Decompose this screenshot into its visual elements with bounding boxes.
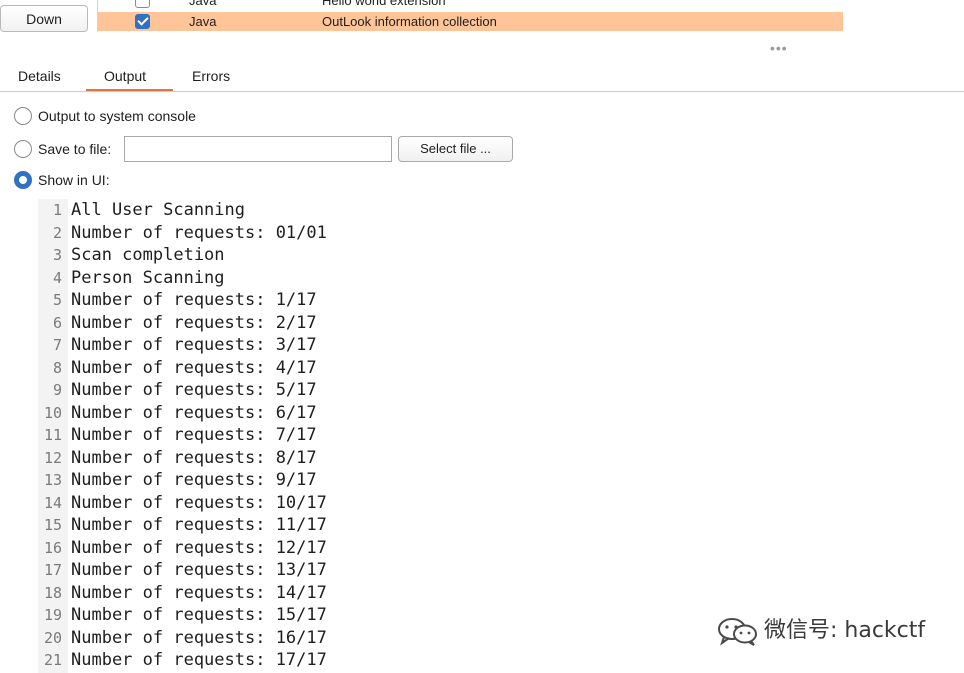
tab-output[interactable]: Output: [104, 68, 146, 84]
watermark: 微信号: hackctf: [716, 614, 925, 648]
line-text: Number of requests: 14/17: [71, 582, 327, 603]
line-number: 10: [43, 403, 62, 422]
line-number: 12: [43, 448, 62, 467]
radio-label: Output to system console: [38, 108, 196, 124]
console-line: 7 Number of requests: 3/17: [38, 334, 964, 357]
line-number: 13: [43, 471, 62, 489]
line-text: Number of requests: 9/17: [71, 470, 317, 490]
line-number: 21: [43, 651, 62, 669]
loaded-checkbox[interactable]: [135, 0, 150, 8]
line-number: 9: [52, 381, 62, 399]
console-line: 16 Number of requests: 12/17: [38, 537, 964, 560]
line-number: 2: [52, 223, 62, 242]
console-line: 2 Number of requests: 01/01: [38, 222, 964, 245]
console-line: 12 Number of requests: 8/17: [38, 447, 964, 470]
console-line: 5 Number of requests: 1/17: [38, 289, 964, 312]
console-line: 10 Number of requests: 6/17: [38, 402, 964, 425]
line-text: All User Scanning: [71, 200, 245, 220]
line-number: 16: [43, 538, 62, 557]
line-text: Number of requests: 16/17: [71, 627, 327, 648]
line-text: Person Scanning: [71, 267, 225, 288]
line-text: Number of requests: 4/17: [71, 357, 317, 378]
extensions-panel: Down Java Hello world extension Java Out…: [0, 0, 964, 44]
down-button[interactable]: Down: [0, 5, 88, 32]
radio-label: Save to file:: [38, 141, 112, 157]
console-line: 21 Number of requests: 17/17: [38, 649, 964, 672]
line-text: Number of requests: 17/17: [71, 650, 327, 670]
line-text: Number of requests: 6/17: [71, 402, 317, 423]
output-console[interactable]: 1 All User Scanning 2 Number of requests: 0…: [38, 199, 964, 673]
line-text: Number of requests: 01/01: [71, 222, 327, 243]
active-tab-indicator: [86, 89, 173, 91]
radio-button[interactable]: [14, 107, 32, 125]
radio-button[interactable]: [14, 140, 32, 158]
line-number: 18: [43, 583, 62, 602]
line-number: 7: [52, 336, 62, 354]
splitter-handle[interactable]: •••: [770, 41, 788, 55]
line-text: Number of requests: 11/17: [71, 515, 327, 535]
line-number: 14: [43, 493, 62, 512]
line-number: 8: [52, 358, 62, 377]
console-line: 4 Person Scanning: [38, 267, 964, 290]
console-line: 3 Scan completion: [38, 244, 964, 267]
extender-window: Down Java Hello world extension Java Out…: [0, 0, 964, 673]
console-line: 18 Number of requests: 14/17: [38, 582, 964, 605]
line-text: Number of requests: 3/17: [71, 335, 317, 355]
line-number: 15: [43, 516, 62, 534]
line-text: Number of requests: 15/17: [71, 605, 327, 625]
console-line: 1 All User Scanning: [38, 199, 964, 222]
extension-row-selected[interactable]: Java OutLook information collection: [98, 12, 843, 31]
tab-errors[interactable]: Errors: [192, 68, 230, 84]
console-line: 15 Number of requests: 11/17: [38, 514, 964, 537]
extensions-table: Java Hello world extension Java OutLook …: [97, 0, 843, 32]
extension-name: OutLook information collection: [322, 14, 497, 29]
extension-type: Java: [189, 0, 217, 8]
console-line: 11 Number of requests: 7/17: [38, 424, 964, 447]
console-line: 17 Number of requests: 13/17: [38, 559, 964, 582]
line-text: Scan completion: [71, 245, 225, 265]
console-line: 14 Number of requests: 10/17: [38, 492, 964, 515]
line-number: 5: [52, 291, 62, 309]
radio-button-selected[interactable]: [14, 171, 32, 189]
console-line: 6 Number of requests: 2/17: [38, 312, 964, 335]
line-number: 19: [43, 606, 62, 624]
extension-name: Hello world extension: [322, 0, 446, 8]
console-line: 13 Number of requests: 9/17: [38, 469, 964, 492]
line-text: Number of requests: 8/17: [71, 447, 317, 468]
line-number: 1: [52, 201, 62, 219]
checkmark-icon: [137, 14, 149, 26]
line-number: 11: [43, 426, 62, 444]
line-number: 4: [52, 268, 62, 287]
console-line: 9 Number of requests: 5/17: [38, 379, 964, 402]
file-path-input[interactable]: [124, 136, 392, 162]
line-text: Number of requests: 2/17: [71, 312, 317, 333]
wechat-icon: [718, 618, 757, 646]
extension-type: Java: [189, 14, 217, 29]
radio-label: Show in UI:: [38, 172, 110, 188]
line-text: Number of requests: 10/17: [71, 492, 327, 513]
watermark-text: 微信号: hackctf: [764, 618, 926, 643]
line-number: 3: [52, 246, 62, 264]
extension-row[interactable]: Java Hello world extension: [98, 0, 843, 9]
line-text: Number of requests: 12/17: [71, 537, 327, 558]
line-text: Number of requests: 5/17: [71, 380, 317, 400]
radio-dot-icon: [19, 176, 27, 184]
tab-bar: Details Output Errors: [0, 52, 964, 92]
console-line: 8 Number of requests: 4/17: [38, 357, 964, 380]
line-text: Number of requests: 7/17: [71, 425, 317, 445]
line-number: 6: [52, 313, 62, 332]
line-text: Number of requests: 1/17: [71, 290, 317, 310]
select-file-button[interactable]: Select file ...: [398, 136, 513, 162]
line-number: 20: [43, 628, 62, 647]
loaded-checkbox[interactable]: [135, 14, 150, 29]
line-text: Number of requests: 13/17: [71, 560, 327, 580]
line-number: 17: [43, 561, 62, 579]
tab-details[interactable]: Details: [18, 68, 61, 84]
